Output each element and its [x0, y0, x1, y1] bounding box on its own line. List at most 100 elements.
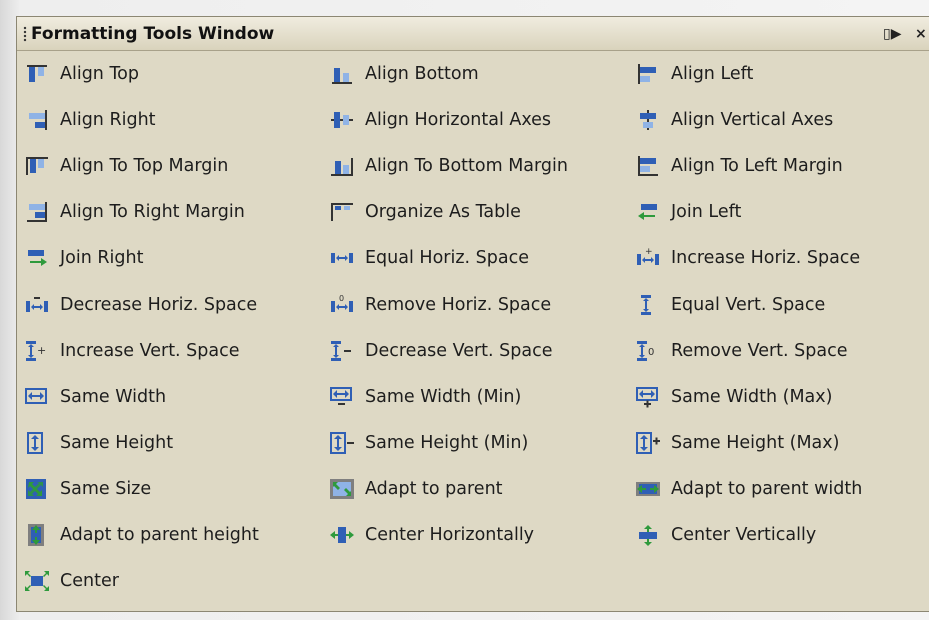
align-bottom-icon [329, 62, 357, 86]
tool-adapt-to-parent[interactable]: Adapt to parent [322, 466, 628, 512]
center-icon [24, 569, 52, 593]
tool-label: Same Size [60, 478, 152, 499]
align-to-left-margin-icon [635, 154, 663, 178]
tool-label: Center [60, 571, 119, 592]
close-button[interactable]: × [915, 26, 927, 42]
tool-label: Decrease Horiz. Space [60, 294, 258, 315]
pin-button[interactable]: ▯▶ [883, 26, 901, 42]
tool-align-to-top-margin[interactable]: Align To Top Margin [17, 143, 322, 189]
remove-horiz-space-icon: 0 [329, 293, 357, 317]
tool-join-left[interactable]: Join Left [628, 189, 929, 235]
align-right-icon [24, 108, 52, 132]
tool-align-to-bottom-margin[interactable]: Align To Bottom Margin [322, 143, 628, 189]
tool-align-to-left-margin[interactable]: Align To Left Margin [628, 143, 929, 189]
tool-label: Increase Vert. Space [60, 340, 240, 361]
tool-label: Same Width (Max) [671, 386, 833, 407]
tool-same-height-max[interactable]: Same Height (Max) [628, 420, 929, 466]
tool-label: Same Height (Min) [365, 432, 529, 453]
decrease-horiz-space-icon [24, 293, 52, 317]
tool-join-right[interactable]: Join Right [17, 235, 322, 281]
decrease-vert-space-icon [329, 339, 357, 363]
tool-label: Align Right [60, 110, 156, 131]
tool-label: Align To Right Margin [60, 202, 245, 223]
same-height-min-icon [329, 431, 357, 455]
tool-label: Same Height (Max) [671, 432, 840, 453]
tool-label: Align To Bottom Margin [365, 156, 568, 177]
tool-label: Join Right [60, 248, 144, 269]
tool-center-horizontally[interactable]: Center Horizontally [322, 512, 628, 558]
tool-adapt-to-parent-width[interactable]: Adapt to parent width [628, 466, 929, 512]
window-title: Formatting Tools Window [31, 23, 275, 44]
svg-text:0: 0 [339, 294, 344, 303]
tool-label: Remove Horiz. Space [365, 294, 552, 315]
same-height-icon [24, 431, 52, 455]
tool-same-size[interactable]: Same Size [17, 466, 322, 512]
tool-same-width-max[interactable]: Same Width (Max) [628, 374, 929, 420]
align-horizontal-axes-icon [329, 108, 357, 132]
same-size-icon [24, 477, 52, 501]
tool-align-vertical-axes[interactable]: Align Vertical Axes [628, 97, 929, 143]
tool-label: Join Left [671, 202, 742, 223]
tool-align-horizontal-axes[interactable]: Align Horizontal Axes [322, 97, 628, 143]
tool-organize-as-table[interactable]: Organize As Table [322, 189, 628, 235]
same-width-min-icon [329, 385, 357, 409]
join-right-icon [24, 246, 52, 270]
formatting-tools-window: Formatting Tools Window ▯▶ × Align Top Al… [16, 16, 929, 612]
tool-label: Adapt to parent height [60, 524, 259, 545]
tool-decrease-horiz-space[interactable]: Decrease Horiz. Space [17, 281, 322, 327]
svg-text:+: + [645, 247, 653, 257]
join-left-icon [635, 200, 663, 224]
tool-label: Align Horizontal Axes [365, 110, 552, 131]
same-height-max-icon [635, 431, 663, 455]
tool-align-top[interactable]: Align Top [17, 51, 322, 97]
svg-text:+: + [37, 344, 46, 357]
tool-align-bottom[interactable]: Align Bottom [322, 51, 628, 97]
tool-label: Same Width (Min) [365, 386, 522, 407]
same-width-icon [24, 385, 52, 409]
tool-label: Center Horizontally [365, 524, 535, 545]
align-top-icon [24, 62, 52, 86]
tool-align-right[interactable]: Align Right [17, 97, 322, 143]
adapt-to-parent-icon [329, 477, 357, 501]
drag-grip-icon[interactable] [23, 25, 27, 42]
tool-label: Align Left [671, 64, 754, 85]
align-vertical-axes-icon [635, 108, 663, 132]
tool-label: Same Width [60, 386, 167, 407]
align-to-bottom-margin-icon [329, 154, 357, 178]
tool-label: Decrease Vert. Space [365, 340, 553, 361]
tool-align-to-right-margin[interactable]: Align To Right Margin [17, 189, 322, 235]
window-titlebar[interactable]: Formatting Tools Window ▯▶ × [17, 17, 929, 51]
tool-label: Align Bottom [365, 64, 479, 85]
tool-label: Same Height [60, 432, 174, 453]
tool-label: Align To Top Margin [60, 156, 229, 177]
tool-label: Organize As Table [365, 202, 521, 223]
equal-vert-space-icon [635, 293, 663, 317]
tool-same-height-min[interactable]: Same Height (Min) [322, 420, 628, 466]
tool-increase-horiz-space[interactable]: + Increase Horiz. Space [628, 235, 929, 281]
tool-center-vertically[interactable]: Center Vertically [628, 512, 929, 558]
tool-increase-vert-space[interactable]: + Increase Vert. Space [17, 328, 322, 374]
tool-center[interactable]: Center [17, 558, 322, 604]
tool-grid: Align Top Align Bottom Align Left Align Rig… [17, 51, 929, 604]
tool-label: Adapt to parent [365, 478, 503, 499]
tool-label: Adapt to parent width [671, 478, 863, 499]
tool-adapt-to-parent-height[interactable]: Adapt to parent height [17, 512, 322, 558]
equal-horiz-space-icon [329, 246, 357, 270]
organize-as-table-icon [329, 200, 357, 224]
increase-vert-space-icon: + [24, 339, 52, 363]
tool-equal-vert-space[interactable]: Equal Vert. Space [628, 281, 929, 327]
same-width-max-icon [635, 385, 663, 409]
tool-equal-horiz-space[interactable]: Equal Horiz. Space [322, 235, 628, 281]
remove-vert-space-icon: 0 [635, 339, 663, 363]
tool-label: Center Vertically [671, 524, 817, 545]
tool-same-width-min[interactable]: Same Width (Min) [322, 374, 628, 420]
tool-remove-vert-space[interactable]: 0 Remove Vert. Space [628, 328, 929, 374]
center-horizontally-icon [329, 523, 357, 547]
tool-remove-horiz-space[interactable]: 0 Remove Horiz. Space [322, 281, 628, 327]
tool-align-left[interactable]: Align Left [628, 51, 929, 97]
tool-decrease-vert-space[interactable]: Decrease Vert. Space [322, 328, 628, 374]
tool-same-height[interactable]: Same Height [17, 420, 322, 466]
tool-same-width[interactable]: Same Width [17, 374, 322, 420]
tool-label: Increase Horiz. Space [671, 248, 861, 269]
adapt-to-parent-width-icon [635, 477, 663, 501]
